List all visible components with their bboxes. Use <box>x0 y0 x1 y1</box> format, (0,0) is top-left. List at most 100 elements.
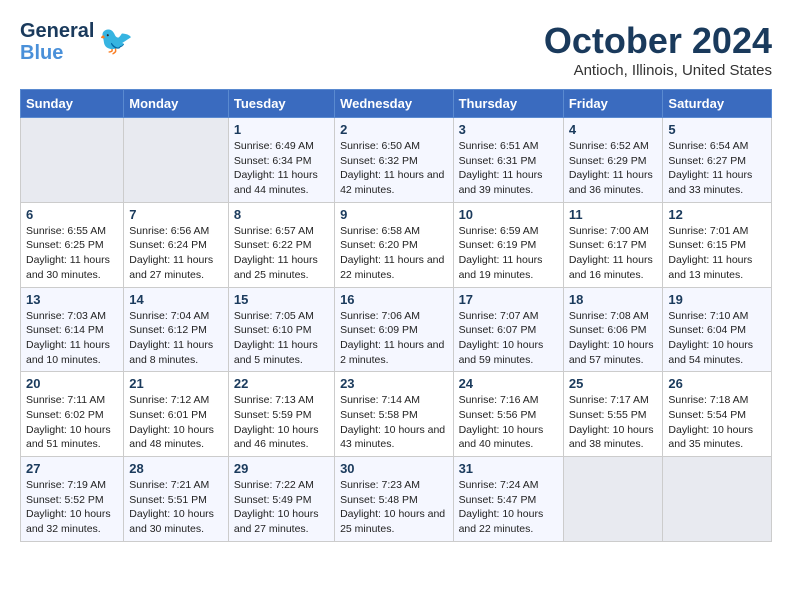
day-number: 28 <box>129 461 223 476</box>
calendar-cell: 13 Sunrise: 7:03 AM Sunset: 6:14 PM Dayli… <box>21 287 124 372</box>
day-info: Sunrise: 6:51 AM Sunset: 6:31 PM Dayligh… <box>459 139 558 198</box>
calendar-cell: 12 Sunrise: 7:01 AM Sunset: 6:15 PM Dayli… <box>663 202 772 287</box>
day-info: Sunrise: 6:55 AM Sunset: 6:25 PM Dayligh… <box>26 224 118 283</box>
day-number: 14 <box>129 292 223 307</box>
day-info: Sunrise: 7:04 AM Sunset: 6:12 PM Dayligh… <box>129 309 223 368</box>
weekday-header-tuesday: Tuesday <box>228 90 334 118</box>
calendar-cell: 10 Sunrise: 6:59 AM Sunset: 6:19 PM Dayli… <box>453 202 563 287</box>
week-row-5: 27Sunrise: 7:19 AM Sunset: 5:52 PM Dayli… <box>21 457 772 542</box>
week-row-3: 13 Sunrise: 7:03 AM Sunset: 6:14 PM Dayli… <box>21 287 772 372</box>
calendar-cell: 1 Sunrise: 6:49 AM Sunset: 6:34 PM Daylig… <box>228 118 334 203</box>
day-info: Sunrise: 7:11 AM Sunset: 6:02 PM Dayligh… <box>26 393 118 452</box>
day-number: 24 <box>459 376 558 391</box>
day-info: Sunrise: 7:03 AM Sunset: 6:14 PM Dayligh… <box>26 309 118 368</box>
calendar-cell: 22Sunrise: 7:13 AM Sunset: 5:59 PM Dayli… <box>228 372 334 457</box>
calendar-cell: 18 Sunrise: 7:08 AM Sunset: 6:06 PM Dayli… <box>563 287 663 372</box>
logo: General Blue 🐦 <box>20 20 133 64</box>
day-number: 8 <box>234 207 329 222</box>
location: Antioch, Illinois, United States <box>544 62 772 79</box>
weekday-header-monday: Monday <box>124 90 229 118</box>
day-number: 13 <box>26 292 118 307</box>
day-number: 30 <box>340 461 447 476</box>
month-title: October 2024 <box>544 20 772 62</box>
day-number: 4 <box>569 122 658 137</box>
calendar-cell <box>663 457 772 542</box>
calendar-cell: 28 Sunrise: 7:21 AM Sunset: 5:51 PM Dayli… <box>124 457 229 542</box>
day-number: 18 <box>569 292 658 307</box>
day-info: Sunrise: 7:23 AM Sunset: 5:48 PM Dayligh… <box>340 478 447 537</box>
calendar-cell: 23Sunrise: 7:14 AM Sunset: 5:58 PM Dayli… <box>335 372 453 457</box>
day-info: Sunrise: 7:00 AM Sunset: 6:17 PM Dayligh… <box>569 224 658 283</box>
day-info: Sunrise: 7:08 AM Sunset: 6:06 PM Dayligh… <box>569 309 658 368</box>
day-number: 27 <box>26 461 118 476</box>
weekday-header-thursday: Thursday <box>453 90 563 118</box>
day-number: 1 <box>234 122 329 137</box>
day-info: Sunrise: 7:06 AM Sunset: 6:09 PM Dayligh… <box>340 309 447 368</box>
calendar-cell: 29 Sunrise: 7:22 AM Sunset: 5:49 PM Dayli… <box>228 457 334 542</box>
calendar-cell <box>563 457 663 542</box>
day-number: 21 <box>129 376 223 391</box>
day-info: Sunrise: 6:52 AM Sunset: 6:29 PM Dayligh… <box>569 139 658 198</box>
calendar-cell: 24 Sunrise: 7:16 AM Sunset: 5:56 PM Dayli… <box>453 372 563 457</box>
day-info: Sunrise: 7:17 AM Sunset: 5:55 PM Dayligh… <box>569 393 658 452</box>
day-number: 19 <box>668 292 766 307</box>
day-number: 25 <box>569 376 658 391</box>
week-row-4: 20Sunrise: 7:11 AM Sunset: 6:02 PM Dayli… <box>21 372 772 457</box>
day-number: 17 <box>459 292 558 307</box>
calendar-cell: 9Sunrise: 6:58 AM Sunset: 6:20 PM Daylig… <box>335 202 453 287</box>
title-block: October 2024 Antioch, Illinois, United S… <box>544 20 772 79</box>
day-info: Sunrise: 7:05 AM Sunset: 6:10 PM Dayligh… <box>234 309 329 368</box>
page-header: General Blue 🐦 October 2024 Antioch, Ill… <box>20 20 772 79</box>
day-info: Sunrise: 6:50 AM Sunset: 6:32 PM Dayligh… <box>340 139 447 198</box>
day-number: 3 <box>459 122 558 137</box>
calendar-cell <box>21 118 124 203</box>
day-info: Sunrise: 7:16 AM Sunset: 5:56 PM Dayligh… <box>459 393 558 452</box>
calendar-cell: 11 Sunrise: 7:00 AM Sunset: 6:17 PM Dayli… <box>563 202 663 287</box>
day-number: 6 <box>26 207 118 222</box>
calendar-table: SundayMondayTuesdayWednesdayThursdayFrid… <box>20 89 772 542</box>
day-number: 29 <box>234 461 329 476</box>
day-info: Sunrise: 7:21 AM Sunset: 5:51 PM Dayligh… <box>129 478 223 537</box>
day-info: Sunrise: 6:56 AM Sunset: 6:24 PM Dayligh… <box>129 224 223 283</box>
calendar-body: 1 Sunrise: 6:49 AM Sunset: 6:34 PM Daylig… <box>21 118 772 542</box>
calendar-cell: 27Sunrise: 7:19 AM Sunset: 5:52 PM Dayli… <box>21 457 124 542</box>
day-number: 15 <box>234 292 329 307</box>
logo-general: General <box>20 20 94 42</box>
day-number: 10 <box>459 207 558 222</box>
calendar-cell: 19 Sunrise: 7:10 AM Sunset: 6:04 PM Dayli… <box>663 287 772 372</box>
day-number: 11 <box>569 207 658 222</box>
day-info: Sunrise: 6:57 AM Sunset: 6:22 PM Dayligh… <box>234 224 329 283</box>
calendar-cell: 3 Sunrise: 6:51 AM Sunset: 6:31 PM Daylig… <box>453 118 563 203</box>
day-info: Sunrise: 7:10 AM Sunset: 6:04 PM Dayligh… <box>668 309 766 368</box>
day-number: 26 <box>668 376 766 391</box>
weekday-header-saturday: Saturday <box>663 90 772 118</box>
calendar-cell: 4 Sunrise: 6:52 AM Sunset: 6:29 PM Daylig… <box>563 118 663 203</box>
calendar-cell <box>124 118 229 203</box>
day-number: 22 <box>234 376 329 391</box>
calendar-cell: 16 Sunrise: 7:06 AM Sunset: 6:09 PM Dayli… <box>335 287 453 372</box>
logo-blue: Blue <box>20 42 94 64</box>
calendar-cell: 15 Sunrise: 7:05 AM Sunset: 6:10 PM Dayli… <box>228 287 334 372</box>
day-info: Sunrise: 6:59 AM Sunset: 6:19 PM Dayligh… <box>459 224 558 283</box>
calendar-cell: 21Sunrise: 7:12 AM Sunset: 6:01 PM Dayli… <box>124 372 229 457</box>
calendar-cell: 30 Sunrise: 7:23 AM Sunset: 5:48 PM Dayli… <box>335 457 453 542</box>
calendar-cell: 6 Sunrise: 6:55 AM Sunset: 6:25 PM Daylig… <box>21 202 124 287</box>
day-number: 7 <box>129 207 223 222</box>
calendar-header-row: SundayMondayTuesdayWednesdayThursdayFrid… <box>21 90 772 118</box>
day-info: Sunrise: 6:54 AM Sunset: 6:27 PM Dayligh… <box>668 139 766 198</box>
weekday-header-wednesday: Wednesday <box>335 90 453 118</box>
calendar-cell: 7 Sunrise: 6:56 AM Sunset: 6:24 PM Daylig… <box>124 202 229 287</box>
calendar-cell: 2 Sunrise: 6:50 AM Sunset: 6:32 PM Daylig… <box>335 118 453 203</box>
day-number: 16 <box>340 292 447 307</box>
day-number: 2 <box>340 122 447 137</box>
calendar-cell: 5Sunrise: 6:54 AM Sunset: 6:27 PM Daylig… <box>663 118 772 203</box>
day-info: Sunrise: 7:22 AM Sunset: 5:49 PM Dayligh… <box>234 478 329 537</box>
day-info: Sunrise: 7:24 AM Sunset: 5:47 PM Dayligh… <box>459 478 558 537</box>
day-number: 12 <box>668 207 766 222</box>
day-info: Sunrise: 7:07 AM Sunset: 6:07 PM Dayligh… <box>459 309 558 368</box>
day-info: Sunrise: 7:01 AM Sunset: 6:15 PM Dayligh… <box>668 224 766 283</box>
calendar-cell: 14 Sunrise: 7:04 AM Sunset: 6:12 PM Dayli… <box>124 287 229 372</box>
weekday-header-sunday: Sunday <box>21 90 124 118</box>
day-info: Sunrise: 6:49 AM Sunset: 6:34 PM Dayligh… <box>234 139 329 198</box>
weekday-header-friday: Friday <box>563 90 663 118</box>
